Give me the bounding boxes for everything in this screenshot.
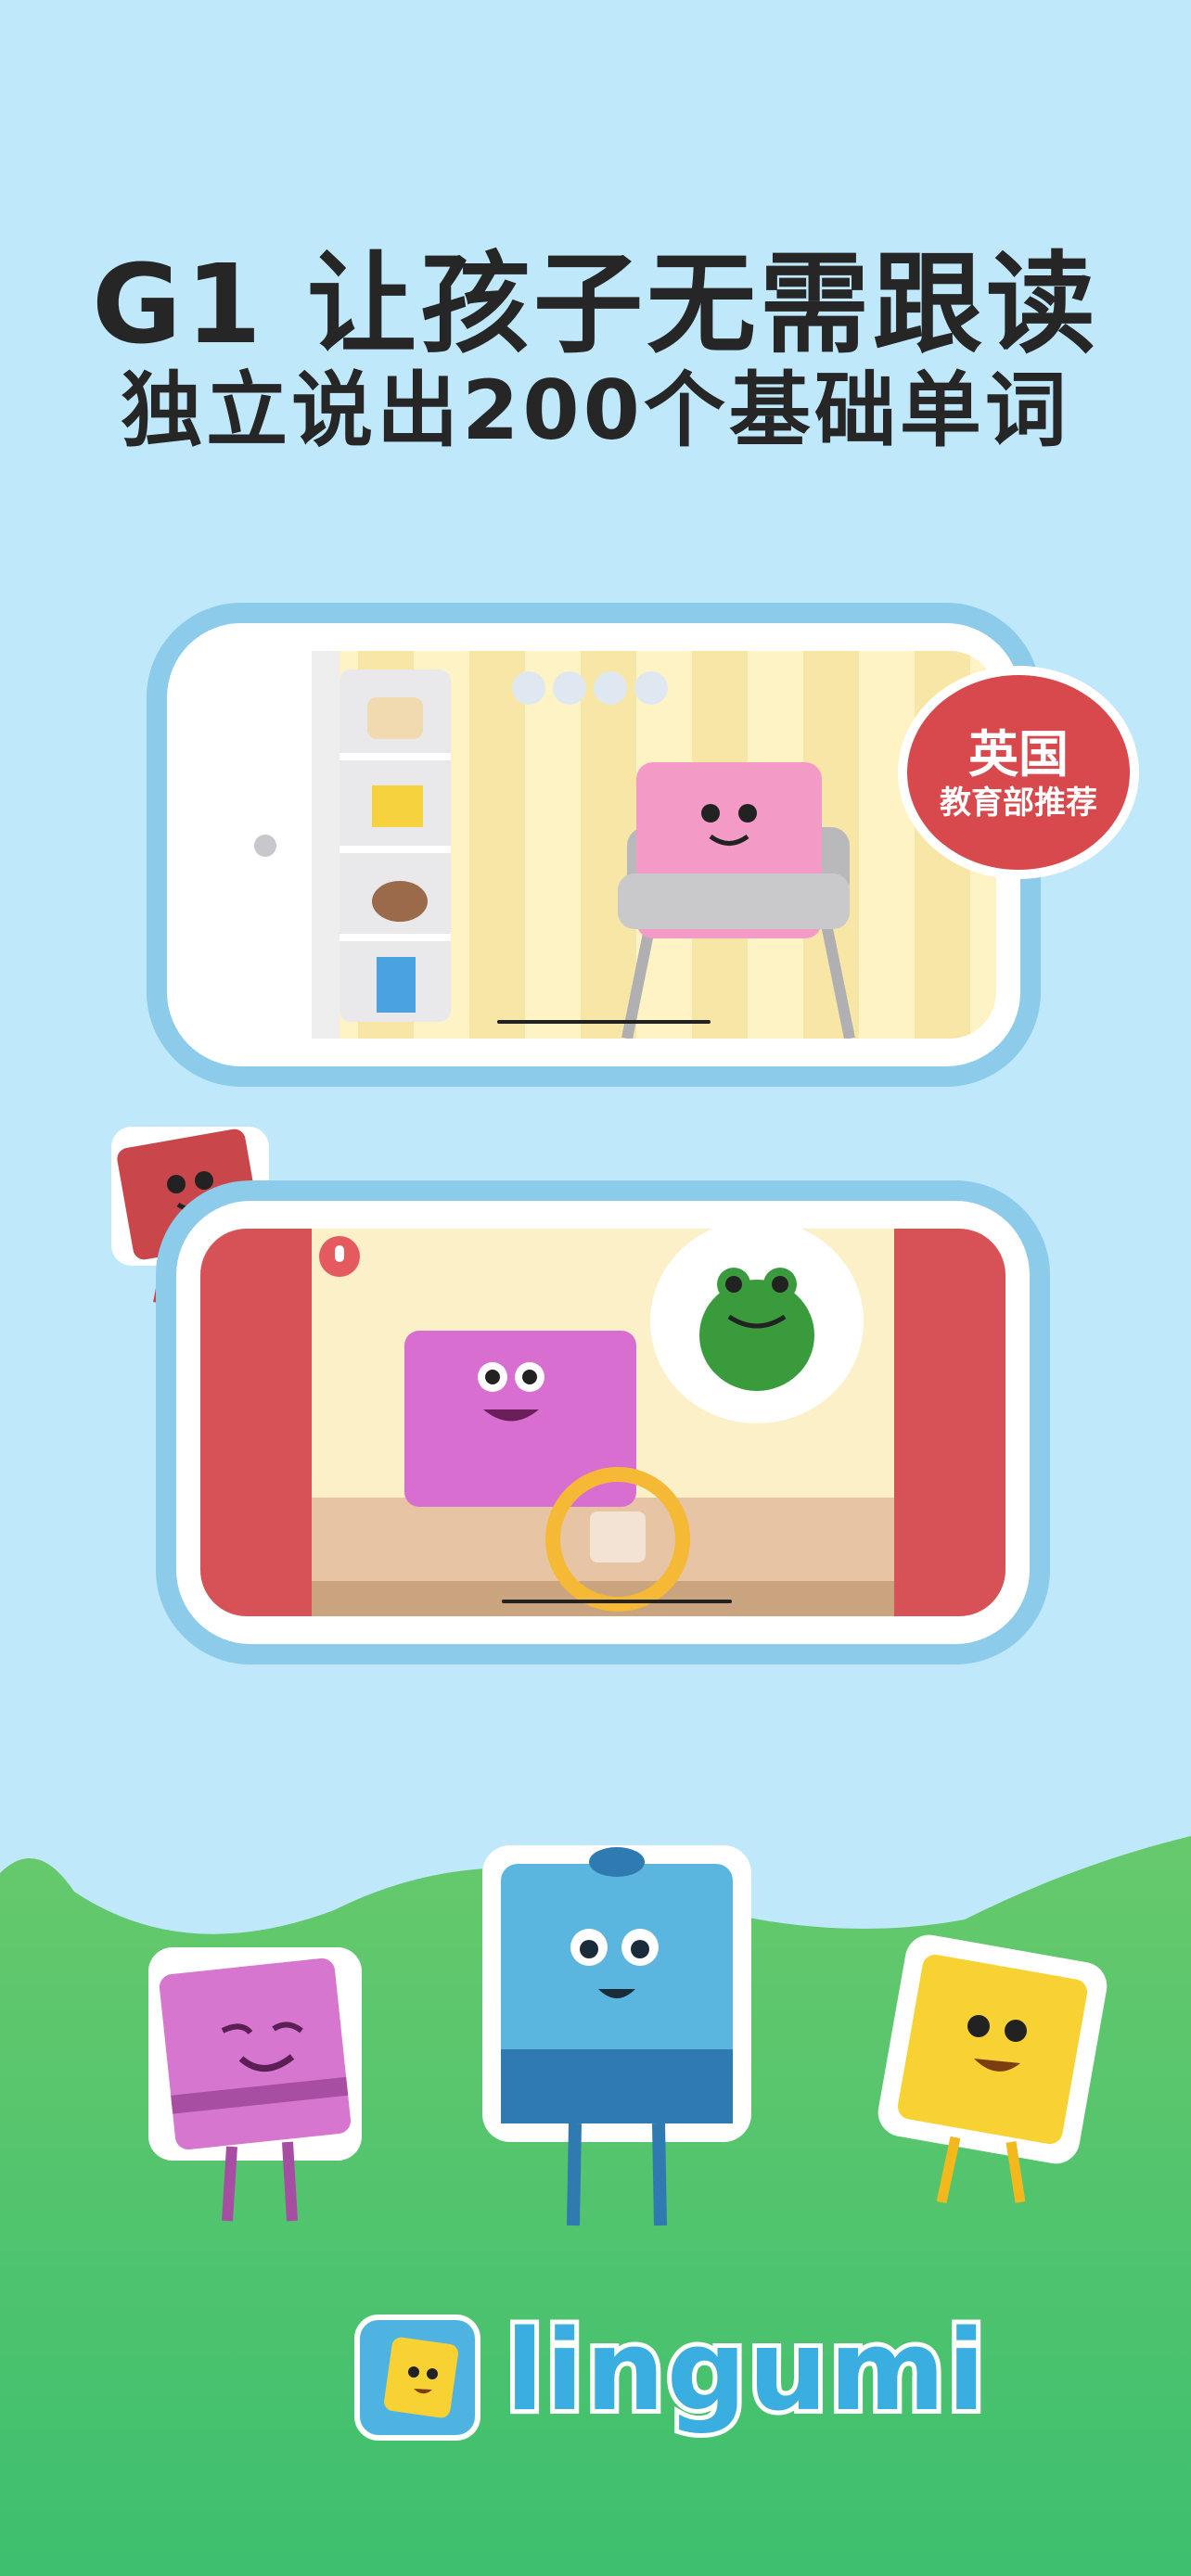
phone-mockup-kitchen [167,623,1020,1066]
yellow-character [877,1934,1108,2204]
theater-scene [200,1229,1005,1616]
brand-name: lingumi [501,2302,990,2441]
app-logo-icon [354,2315,480,2441]
kitchen-illustration [191,651,855,1039]
kitchen-scene [191,651,996,1039]
phone-mockup-theater [176,1201,1030,1644]
badge-title: 英国 [968,725,1069,784]
blue-character [482,1845,751,2226]
app-store-screenshot: { "headline": { "line1": "G1 让孩子无需跟读", "… [0,0,1191,2576]
badge-subtitle: 教育部推荐 [940,784,1097,822]
recommendation-badge: 英国 教育部推荐 [898,666,1139,879]
headline-line-2: 独立说出200个基础单词 [121,363,1070,458]
theater-illustration [200,1229,1005,1616]
pink-character [148,1947,362,2222]
brand-wordmark: lingumi [501,2302,990,2441]
